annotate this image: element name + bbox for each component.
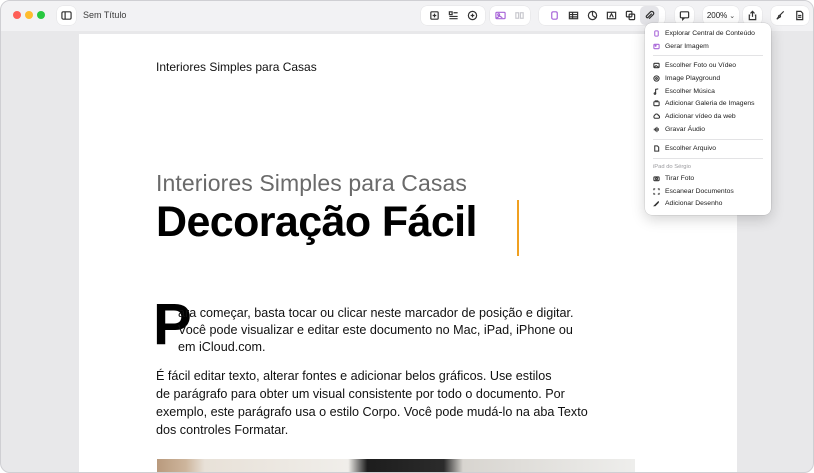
attachment-icon — [645, 10, 655, 20]
music-icon — [653, 87, 660, 95]
menu-item-label: Tirar Foto — [665, 175, 695, 183]
menu-separator — [653, 158, 763, 160]
document-canvas[interactable]: Interiores Simples para Casas Interiores… — [79, 34, 737, 472]
writing-tools-button[interactable] — [463, 6, 482, 25]
table-button[interactable] — [564, 6, 583, 25]
menu-item-scan-documents[interactable]: Escanear Documentos — [645, 185, 771, 198]
image-gallery-icon — [515, 12, 524, 19]
shape-button[interactable] — [545, 6, 564, 25]
menu-item-generate-image[interactable]: Gerar Imagem — [645, 40, 771, 53]
menu-item-label: Adicionar Desenho — [665, 200, 723, 208]
menu-separator — [653, 55, 763, 57]
menu-item-label: Image Playground — [665, 74, 721, 82]
audio-icon — [653, 126, 660, 133]
menu-item-add-image-gallery[interactable]: Adicionar Galeria de Imagens — [645, 97, 771, 110]
add-page-icon — [429, 11, 439, 20]
shapes-icon — [625, 10, 636, 21]
table-icon — [568, 11, 579, 20]
menu-item-choose-music[interactable]: Escolher Música — [645, 85, 771, 98]
drawing-icon — [653, 200, 660, 207]
camera-icon — [653, 175, 660, 182]
menu-item-label: Adicionar vídeo da web — [665, 112, 736, 120]
media-icon — [495, 11, 506, 20]
text-format-button[interactable] — [444, 6, 463, 25]
body-paragraph-2[interactable]: É fácil editar texto, alterar fontes e a… — [156, 367, 646, 439]
text-format-icon — [448, 11, 458, 20]
page-header[interactable]: Interiores Simples para Casas — [156, 60, 317, 74]
menu-item-label: Escolher Arquivo — [665, 145, 717, 153]
menu-item-label: Escolher Foto ou Vídeo — [665, 62, 737, 70]
zoom-window-button[interactable] — [37, 11, 45, 19]
menu-item-image-playground[interactable]: Image Playground — [645, 72, 771, 85]
playground-icon — [653, 75, 660, 82]
menu-item-add-drawing[interactable]: Adicionar Desenho — [645, 198, 771, 211]
gallery-icon — [653, 100, 660, 107]
close-button[interactable] — [13, 11, 21, 19]
web-video-icon — [653, 113, 660, 120]
menu-item-label: Gerar Imagem — [665, 42, 709, 50]
menu-item-label: Explorar Central de Conteúdo — [665, 29, 755, 37]
text-line: exemplo, este parágrafo usa o estilo Cor… — [156, 405, 588, 419]
chevron-down-icon: ⌄ — [729, 12, 736, 20]
menu-separator — [653, 138, 763, 140]
share-icon — [748, 10, 757, 21]
menu-item-label: Escolher Música — [665, 87, 715, 95]
device-section-label: iPad do Sérgio — [653, 164, 692, 171]
sidebar-button[interactable] — [57, 6, 76, 25]
scan-icon — [653, 188, 660, 195]
format-button[interactable] — [771, 6, 790, 25]
sidebar-icon — [61, 11, 72, 20]
textbox-button[interactable] — [602, 6, 621, 25]
inspector-group — [771, 6, 809, 25]
text-line: É fácil editar texto, alterar fontes e a… — [156, 369, 552, 383]
zoom-level: 200% — [706, 11, 728, 20]
menu-item-label: Escanear Documentos — [665, 187, 734, 195]
menu-item-add-web-video[interactable]: Adicionar vídeo da web — [645, 110, 771, 123]
textbox-icon — [606, 11, 617, 20]
document-title: Sem Título — [83, 10, 127, 20]
menu-item-explore-content-hub[interactable]: Explorar Central de Conteúdo — [645, 27, 771, 40]
comment-icon — [679, 11, 690, 21]
document-subtitle[interactable]: Interiores Simples para Casas — [156, 170, 467, 197]
format-brush-icon — [776, 10, 785, 20]
menu-item-choose-file[interactable]: Escolher Arquivo — [645, 143, 771, 156]
content-hub-icon — [653, 30, 660, 37]
text-line: ara começar, basta tocar ou clicar neste… — [178, 306, 574, 320]
shapes-button[interactable] — [621, 6, 640, 25]
media-secondary-button[interactable] — [510, 6, 529, 25]
menu-item-label: Adicionar Galeria de Imagens — [665, 100, 755, 108]
menu-item-choose-photo-video[interactable]: Escolher Foto ou Vídeo — [645, 59, 771, 72]
shape-icon — [551, 11, 558, 20]
text-line: dos controles Formatar. — [156, 423, 289, 437]
chart-button[interactable] — [583, 6, 602, 25]
document-title-heading[interactable]: Decoração Fácil — [156, 198, 477, 247]
text-cursor — [517, 200, 519, 256]
chart-icon — [587, 10, 598, 21]
file-icon — [653, 145, 660, 152]
document-button[interactable] — [790, 6, 809, 25]
minimize-button[interactable] — [25, 11, 33, 19]
sparkle-icon — [467, 10, 477, 21]
media-group — [490, 6, 530, 25]
text-line: Você pode visualizar e editar este docum… — [178, 323, 573, 337]
body-paragraph-1[interactable]: ara começar, basta tocar ou clicar neste… — [156, 305, 646, 356]
media-dropdown-menu: Explorar Central de Conteúdo Gerar Image… — [645, 23, 771, 215]
menu-item-record-audio[interactable]: Gravar Áudio — [645, 123, 771, 136]
photo-icon — [653, 62, 660, 69]
text-line: de parágrafo para obter um visual consis… — [156, 387, 565, 401]
menu-item-label: Gravar Áudio — [665, 125, 706, 133]
menu-item-take-photo[interactable]: Tirar Foto — [645, 172, 771, 185]
text-line: em iCloud.com. — [178, 340, 266, 354]
insert-group — [421, 6, 485, 25]
insert-objects-group — [539, 6, 665, 25]
add-page-button[interactable] — [425, 6, 444, 25]
media-button[interactable] — [491, 6, 510, 25]
pages-window: Sem Título 200% ⌄ Interiores Simples par… — [0, 0, 814, 473]
document-icon — [796, 10, 804, 21]
placeholder-image[interactable] — [157, 459, 635, 472]
generate-image-icon — [653, 43, 660, 50]
